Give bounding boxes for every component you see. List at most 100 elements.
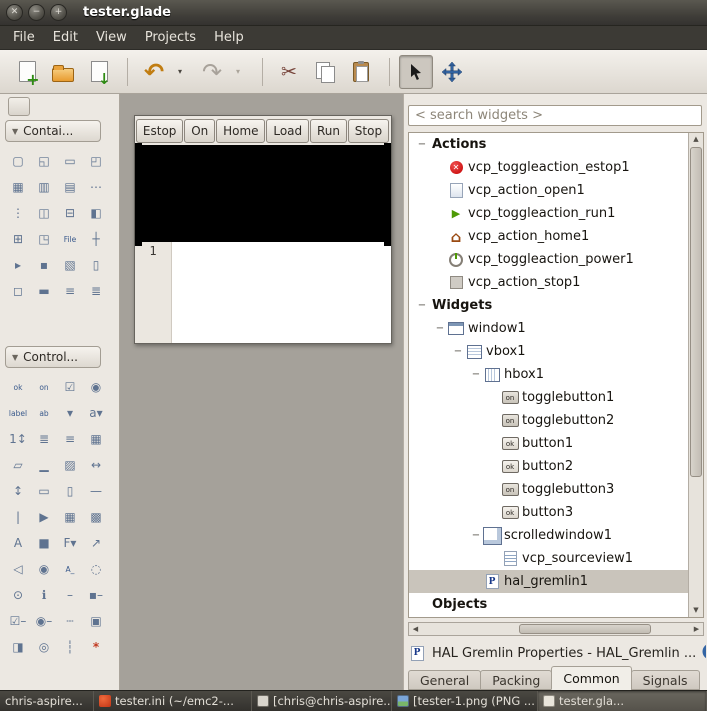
design-window[interactable]: Estop On Home Load Run Stop 1 <box>134 115 392 344</box>
radio-tool-button-icon[interactable]: ◎ <box>31 634 57 660</box>
selection-handle[interactable] <box>384 239 391 246</box>
window-icon[interactable]: ▢ <box>5 148 31 174</box>
progress-bar-icon[interactable]: ▱ <box>5 452 31 478</box>
combo-box-icon[interactable]: ▾ <box>57 400 83 426</box>
image-menu-item-icon[interactable]: ▪– <box>83 582 109 608</box>
taskbar-item-image-viewer[interactable]: [tester-1.png (PNG ... <box>392 691 538 711</box>
tree-row-sourceview1[interactable]: vcp_sourceview1 <box>409 547 688 570</box>
custom-widget-icon[interactable]: * <box>83 634 109 660</box>
drawing-area-icon[interactable]: ▩ <box>83 504 109 530</box>
separator-menu-item-icon[interactable]: ┄ <box>57 608 83 634</box>
tree-row-button1[interactable]: button1 <box>409 432 688 455</box>
hscrollbar-icon[interactable]: ▭ <box>31 478 57 504</box>
tree-row-scrolledwindow1[interactable]: scrolledwindow1 <box>409 524 688 547</box>
switch-icon[interactable]: ⊙ <box>5 582 31 608</box>
paste-button[interactable] <box>344 55 378 89</box>
cut-button[interactable] <box>272 55 306 89</box>
palette-section-controls[interactable]: Control... <box>5 346 101 368</box>
volume-button-icon[interactable]: ◁ <box>5 556 31 582</box>
tree-row-open[interactable]: vcp_action_open1 <box>409 179 688 202</box>
tree-row-button3[interactable]: button3 <box>409 501 688 524</box>
menu-bar-icon[interactable]: ≡ <box>57 278 83 304</box>
expander-icon[interactable] <box>469 369 483 380</box>
check-button-icon[interactable]: ☑ <box>57 374 83 400</box>
selector-button[interactable] <box>399 55 433 89</box>
radio-menu-item-icon[interactable]: ◉– <box>31 608 57 634</box>
menu-edit[interactable]: Edit <box>44 27 87 48</box>
tree-vertical-scrollbar[interactable] <box>688 133 703 617</box>
minimize-icon[interactable] <box>28 4 45 21</box>
hseparator-icon[interactable]: — <box>83 478 109 504</box>
open-button[interactable] <box>46 55 80 89</box>
taskbar-item-tester-ini[interactable]: tester.ini (~/emc2-... <box>94 691 252 711</box>
tree-row-hal-gremlin1[interactable]: hal_gremlin1 <box>409 570 688 593</box>
menu-file[interactable]: File <box>4 27 44 48</box>
accessibility-icon[interactable] <box>702 643 706 664</box>
menu-view[interactable]: View <box>87 27 136 48</box>
vseparator-icon[interactable]: | <box>5 504 31 530</box>
text-view-icon[interactable]: ≣ <box>31 426 57 452</box>
tree-row-stop[interactable]: vcp_action_stop1 <box>409 271 688 294</box>
expander-icon[interactable] <box>415 139 429 150</box>
scroll-right-icon[interactable] <box>690 623 703 635</box>
font-button-icon[interactable]: A <box>5 530 31 556</box>
file-chooser-button-icon[interactable]: F▾ <box>57 530 83 556</box>
hpaned-icon[interactable]: ◫ <box>31 200 57 226</box>
sourceview-text-area[interactable] <box>172 242 391 343</box>
scroll-left-icon[interactable] <box>409 623 422 635</box>
toolbar-icon[interactable]: ▬ <box>31 278 57 304</box>
palette-selector-button[interactable] <box>8 97 30 116</box>
tree-row-run[interactable]: vcp_toggleaction_run1 <box>409 202 688 225</box>
maximize-icon[interactable] <box>50 4 67 21</box>
design-home-button[interactable]: Home <box>216 119 265 143</box>
menu-item-icon[interactable]: – <box>57 582 83 608</box>
tree-row-objects[interactable]: Objects <box>409 593 688 616</box>
undo-button[interactable] <box>137 55 171 89</box>
expander-icon[interactable] <box>469 530 483 541</box>
hbuttonbox-icon[interactable]: ⋯ <box>83 174 109 200</box>
combo-box-entry-icon[interactable]: a▾ <box>83 400 109 426</box>
close-icon[interactable] <box>6 4 23 21</box>
fixed-icon[interactable]: ▪ <box>31 252 57 278</box>
vertical-scrollbar-thumb[interactable] <box>690 147 702 477</box>
accel-label-icon[interactable]: A_ <box>57 556 83 582</box>
tree-row-actions[interactable]: Actions <box>409 133 688 156</box>
label-icon[interactable]: label <box>5 400 31 426</box>
tab-signals[interactable]: Signals <box>631 670 700 690</box>
scroll-down-icon[interactable] <box>689 604 703 617</box>
design-stop-button[interactable]: Stop <box>348 119 389 143</box>
selection-handle[interactable] <box>384 143 391 150</box>
tree-row-button2[interactable]: button2 <box>409 455 688 478</box>
popup-menu-icon[interactable]: ≣ <box>83 278 109 304</box>
sourceview-widget[interactable]: 1 <box>135 242 391 343</box>
tree-row-home[interactable]: vcp_action_home1 <box>409 225 688 248</box>
undo-dropdown-icon[interactable] <box>173 55 187 89</box>
icon-view-icon[interactable]: ▦ <box>83 426 109 452</box>
frame-icon[interactable]: ▭ <box>57 148 83 174</box>
vscale-icon[interactable]: ↕ <box>5 478 31 504</box>
calendar-icon[interactable]: ▦ <box>57 504 83 530</box>
viewport-icon[interactable]: ⊞ <box>5 226 31 252</box>
file-chooser-widget-icon[interactable]: File <box>57 226 83 252</box>
design-load-button[interactable]: Load <box>266 119 309 143</box>
tree-row-widgets[interactable]: Widgets <box>409 294 688 317</box>
redo-dropdown-icon[interactable] <box>231 55 245 89</box>
tree-row-window1[interactable]: window1 <box>409 317 688 340</box>
toggle-tool-button-icon[interactable]: ◨ <box>5 634 31 660</box>
info-bar-icon[interactable]: ℹ <box>31 582 57 608</box>
vscrollbar-icon[interactable]: ▯ <box>57 478 83 504</box>
tab-packing[interactable]: Packing <box>480 670 552 690</box>
button-icon[interactable]: ok <box>5 374 31 400</box>
scroll-up-icon[interactable] <box>689 133 703 146</box>
scrolled-window-icon[interactable]: ◳ <box>31 226 57 252</box>
spin-button-icon[interactable]: 1↕ <box>5 426 31 452</box>
hscale-icon[interactable]: ↔ <box>83 452 109 478</box>
layout-icon[interactable]: ▧ <box>57 252 83 278</box>
menu-help[interactable]: Help <box>205 27 253 48</box>
save-button[interactable] <box>82 55 116 89</box>
aspect-frame-icon[interactable]: ◰ <box>83 148 109 174</box>
redo-button[interactable] <box>195 55 229 89</box>
design-estop-button[interactable]: Estop <box>136 119 183 143</box>
expander-icon[interactable] <box>415 300 429 311</box>
tree-row-hbox1[interactable]: hbox1 <box>409 363 688 386</box>
